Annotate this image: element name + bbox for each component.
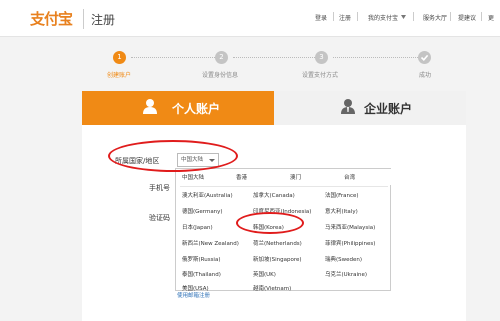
nav-separator xyxy=(481,12,482,21)
step-1-label: 创建账户 xyxy=(107,72,132,79)
tab-personal-label: 个人账户 xyxy=(172,102,221,116)
country-option[interactable]: 意大利(Italy) xyxy=(325,207,358,215)
country-option[interactable]: 日本(Japan) xyxy=(182,223,213,231)
nav-separator xyxy=(450,12,451,21)
annotation-ellipse-korea xyxy=(236,212,304,234)
annotation-ellipse-country xyxy=(108,140,238,172)
country-option[interactable]: 德国(Germany) xyxy=(182,207,223,215)
step-2-label: 设置身份信息 xyxy=(202,72,239,79)
step-4-label: 成功 xyxy=(419,72,432,79)
country-option[interactable]: 荷兰(Netherlands) xyxy=(253,239,302,247)
alipay-logo[interactable]: 支付宝 xyxy=(30,8,73,29)
country-option[interactable]: 新西兰(New Zealand) xyxy=(182,239,239,247)
step-2-circle: 2 xyxy=(215,51,228,64)
country-option[interactable]: 新加坡(Singapore) xyxy=(253,255,302,263)
nav-separator xyxy=(357,12,358,21)
country-option[interactable]: 澳大利亚(Australia) xyxy=(182,191,233,199)
country-option[interactable]: 瑞典(Sweden) xyxy=(325,255,362,263)
check-icon xyxy=(418,51,431,64)
tab-corporate-label: 企业账户 xyxy=(364,102,413,116)
user-icon xyxy=(143,99,157,114)
step-3-label: 设置支付方式 xyxy=(302,72,339,79)
business-user-icon xyxy=(341,99,355,114)
nav-more-link[interactable]: 更 xyxy=(488,13,494,22)
dropdown-divider xyxy=(180,186,388,187)
phone-label: 手机号 xyxy=(149,184,170,192)
country-option[interactable]: 乌克兰(Ukraine) xyxy=(325,270,367,278)
region-option[interactable]: 香港 xyxy=(236,173,247,181)
nav-service-hall-link[interactable]: 服务大厅 xyxy=(423,13,447,22)
step-connector xyxy=(333,57,418,58)
country-option[interactable]: 俄罗斯(Russia) xyxy=(182,255,220,263)
header-divider xyxy=(83,9,84,29)
step-1-circle: 1 xyxy=(113,51,126,64)
country-option[interactable]: 法国(France) xyxy=(325,191,359,199)
page-title: 注册 xyxy=(91,13,116,27)
country-option[interactable]: 泰国(Thailand) xyxy=(182,270,221,278)
country-option[interactable]: 英国(UK) xyxy=(253,270,276,278)
registration-steps: 1 2 3 创建账户 设置身份信息 设置支付方式 成功 xyxy=(0,37,500,87)
country-option[interactable]: 菲律宾(Philippines) xyxy=(325,239,375,247)
nav-login-link[interactable]: 登录 xyxy=(315,13,327,22)
country-option[interactable]: 马来西亚(Malaysia) xyxy=(325,223,375,231)
nav-separator xyxy=(413,12,414,21)
step-connector xyxy=(233,57,315,58)
region-option[interactable]: 中国大陆 xyxy=(182,173,204,181)
country-option[interactable]: 越南(Vietnam) xyxy=(253,284,291,292)
country-option[interactable]: 加拿大(Canada) xyxy=(253,191,295,199)
register-with-email-link[interactable]: 使用邮箱注册 xyxy=(177,291,210,299)
nav-separator xyxy=(333,12,334,21)
nav-my-alipay-link[interactable]: 我的支付宝 xyxy=(368,13,398,22)
nav-feedback-link[interactable]: 提建议 xyxy=(458,13,476,22)
chevron-down-icon xyxy=(401,15,406,19)
verification-code-label: 验证码 xyxy=(149,214,170,222)
nav-register-link[interactable]: 注册 xyxy=(339,13,351,22)
region-option[interactable]: 台湾 xyxy=(344,173,355,181)
step-3-circle: 3 xyxy=(315,51,328,64)
region-tabs: 中国大陆 香港 澳门 台湾 xyxy=(176,169,392,185)
region-option[interactable]: 澳门 xyxy=(290,173,301,181)
step-connector xyxy=(131,57,215,58)
